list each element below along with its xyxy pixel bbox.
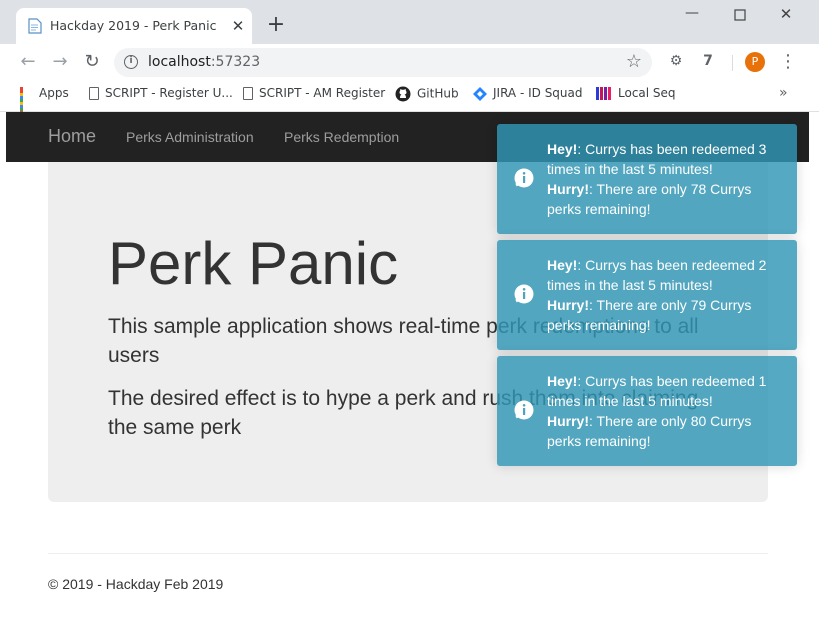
- toast-message: Hey!: Currys has been redeemed 1 times i…: [547, 371, 779, 451]
- bookmarks-bar: Apps SCRIPT - Register U... SCRIPT - AM …: [0, 80, 819, 114]
- reload-icon[interactable]: ↻: [81, 51, 103, 73]
- nav-perks-redemption-link[interactable]: Perks Redemption: [284, 129, 399, 145]
- toast-notification[interactable]: Hey!: Currys has been redeemed 1 times i…: [497, 356, 797, 466]
- bookmark-jira[interactable]: JIRA - ID Squad: [473, 86, 583, 104]
- info-icon: [514, 168, 534, 188]
- bookmark-local-seq[interactable]: Local Seq: [596, 86, 676, 104]
- page-icon: [243, 87, 253, 100]
- bookmark-label: JIRA - ID Squad: [493, 86, 583, 100]
- tab-close-icon[interactable]: ✕: [230, 18, 246, 34]
- toast-hurry: Hurry!: [547, 297, 590, 313]
- new-tab-icon[interactable]: +: [266, 14, 286, 36]
- bookmark-script-am-register[interactable]: SCRIPT - AM Register: [243, 86, 385, 104]
- window-maximize-icon[interactable]: [717, 5, 763, 27]
- toast-notification[interactable]: Hey!: Currys has been redeemed 2 times i…: [497, 240, 797, 350]
- bookmark-star-icon[interactable]: ☆: [626, 51, 642, 72]
- toast-message: Hey!: Currys has been redeemed 2 times i…: [547, 255, 779, 335]
- address-bar[interactable]: i localhost:57323 ☆: [114, 48, 652, 77]
- apps-icon: [20, 87, 33, 114]
- toast-hurry: Hurry!: [547, 181, 590, 197]
- back-arrow-icon[interactable]: ←: [17, 51, 39, 73]
- browser-tab[interactable]: Hackday 2019 - Perk Panic ✕: [16, 8, 252, 44]
- toast-hey-text: : Currys has been redeemed 3 times in th…: [547, 141, 767, 177]
- toast-hey: Hey!: [547, 257, 578, 273]
- kebab-menu-icon[interactable]: ⋮: [779, 51, 797, 73]
- toast-hurry: Hurry!: [547, 413, 590, 429]
- bookmark-script-register[interactable]: SCRIPT - Register U...: [89, 86, 233, 104]
- toast-hey-text: : Currys has been redeemed 1 times in th…: [547, 373, 767, 409]
- nav-home-link[interactable]: Home: [48, 126, 96, 147]
- bookmark-label: Apps: [39, 86, 69, 100]
- forward-arrow-icon[interactable]: →: [49, 51, 71, 73]
- footer-divider: [48, 553, 768, 554]
- bookmark-github[interactable]: GitHub: [395, 86, 459, 104]
- browser-toolbar: ← → ↻ i localhost:57323 ☆ ⚙ 7 P ⋮: [0, 44, 819, 80]
- footer-text: © 2019 - Hackday Feb 2019: [48, 576, 224, 592]
- bookmark-apps[interactable]: Apps: [20, 86, 69, 114]
- document-icon: [28, 18, 42, 34]
- nav-perks-administration-link[interactable]: Perks Administration: [126, 129, 254, 145]
- profile-avatar[interactable]: P: [745, 52, 765, 72]
- bookmark-label: GitHub: [417, 86, 459, 101]
- page-icon: [89, 87, 99, 100]
- bookmark-label: Local Seq: [618, 86, 676, 100]
- window-close-icon[interactable]: ✕: [763, 5, 809, 27]
- bookmarks-overflow-icon[interactable]: »: [779, 85, 788, 101]
- page-title: Perk Panic: [108, 230, 399, 297]
- jira-icon: [473, 86, 487, 101]
- url-text[interactable]: localhost:57323: [148, 54, 260, 70]
- url-port: :57323: [210, 54, 261, 70]
- info-icon: [514, 284, 534, 304]
- toast-notification[interactable]: Hey!: Currys has been redeemed 3 times i…: [497, 124, 797, 234]
- toolbar-divider: [732, 55, 733, 71]
- site-info-icon[interactable]: i: [124, 55, 138, 69]
- bookmark-label: SCRIPT - Register U...: [105, 86, 233, 100]
- extension-icon[interactable]: ⚙: [667, 53, 685, 71]
- url-host: localhost: [148, 54, 211, 70]
- tab-title: Hackday 2019 - Perk Panic: [50, 18, 217, 33]
- bookmark-label: SCRIPT - AM Register: [259, 86, 386, 100]
- toast-hey-text: : Currys has been redeemed 2 times in th…: [547, 257, 767, 293]
- github-icon: [395, 86, 411, 102]
- info-icon: [514, 400, 534, 420]
- toast-hey: Hey!: [547, 373, 578, 389]
- toast-hey: Hey!: [547, 141, 578, 157]
- window-minimize-icon[interactable]: —: [669, 5, 715, 27]
- browser-titlebar: Hackday 2019 - Perk Panic ✕ + — ✕: [0, 0, 819, 44]
- seq-icon: [596, 87, 611, 100]
- toast-message: Hey!: Currys has been redeemed 3 times i…: [547, 139, 779, 219]
- extension-seven-icon[interactable]: 7: [699, 53, 717, 71]
